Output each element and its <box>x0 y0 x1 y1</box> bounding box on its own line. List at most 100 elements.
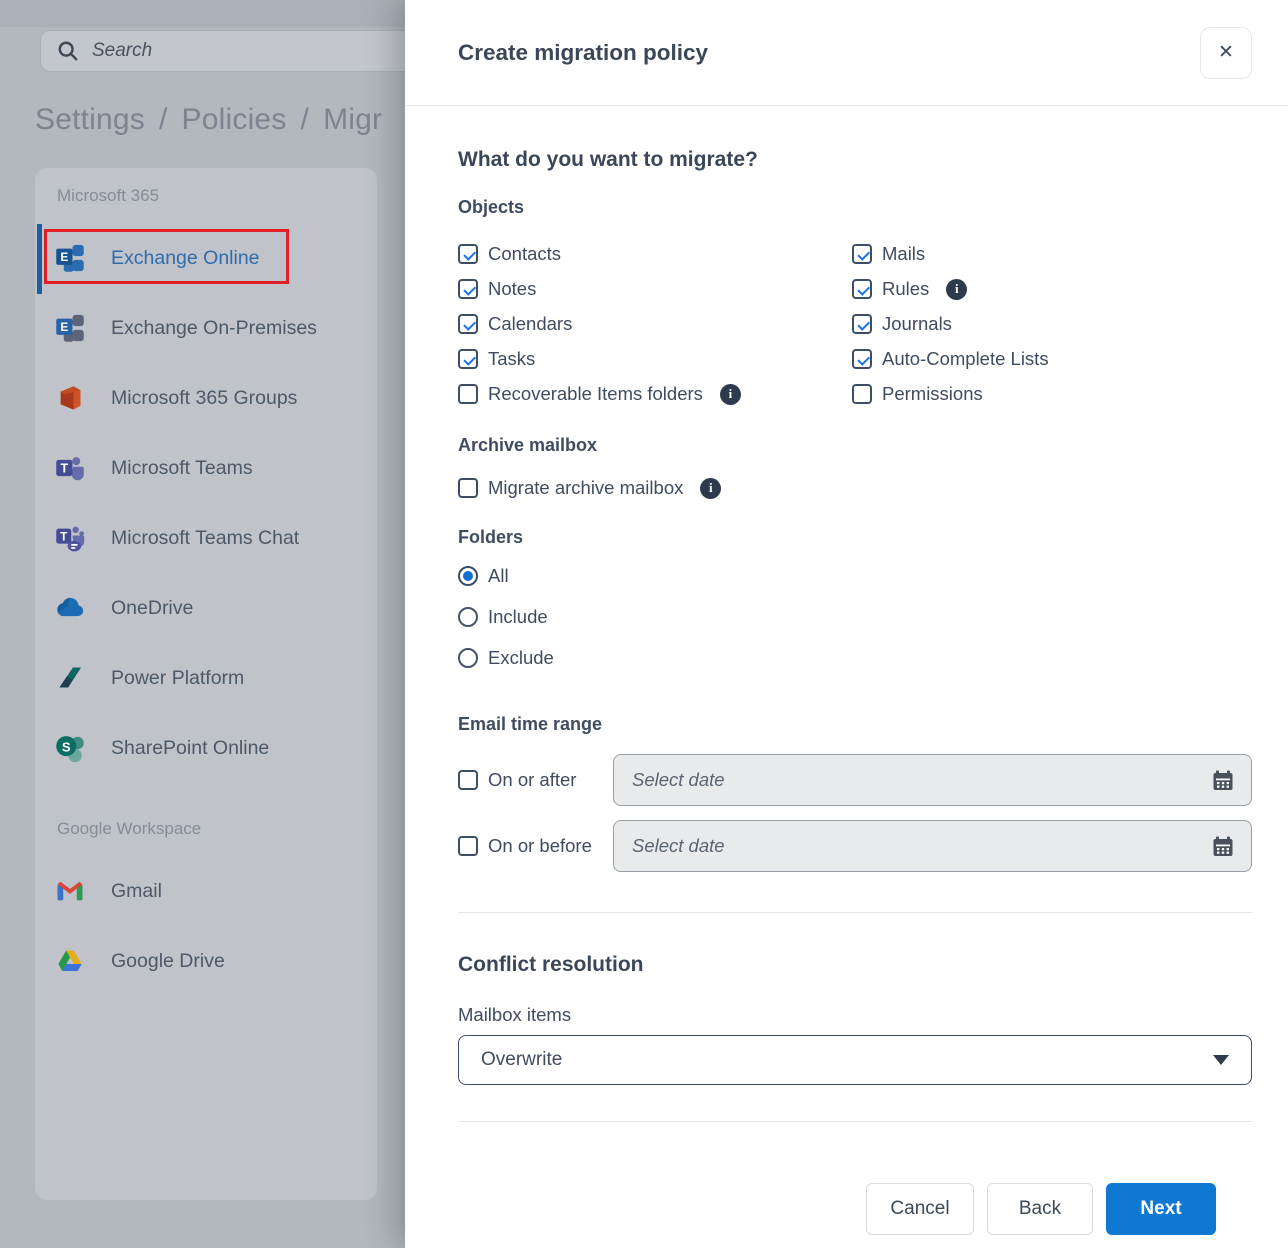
breadcrumb-migration[interactable]: Migr <box>323 103 382 136</box>
sidebar-item-label: Exchange On-Premises <box>111 317 317 340</box>
breadcrumb-policies[interactable]: Policies <box>182 103 287 136</box>
sidebar-section-microsoft-365: Microsoft 365 <box>35 168 377 206</box>
sidebar-item-sharepoint-online[interactable]: S SharePoint Online <box>35 713 377 783</box>
recoverable-items-folders-checkbox[interactable] <box>458 384 478 404</box>
checkbox-row-mails[interactable]: Mails <box>852 243 1252 265</box>
checkbox-label: Contacts <box>488 243 561 265</box>
microsoft-teams-chat-icon: T <box>55 523 85 553</box>
checkbox-row-recoverable-items-folders[interactable]: Recoverable Items folders i <box>458 383 852 405</box>
checkbox-label: Migrate archive mailbox <box>488 477 683 499</box>
on-or-before-checkbox[interactable] <box>458 836 478 856</box>
google-drive-icon <box>55 946 85 976</box>
gmail-icon <box>55 876 85 906</box>
back-button[interactable]: Back <box>987 1183 1093 1235</box>
onedrive-icon <box>55 593 85 623</box>
objects-label: Objects <box>458 197 1252 218</box>
checkbox-label: Auto-Complete Lists <box>882 348 1049 370</box>
checkbox-label: Recoverable Items folders <box>488 383 703 405</box>
on-or-after-checkbox[interactable] <box>458 770 478 790</box>
selected-option: Overwrite <box>481 1049 562 1071</box>
checkbox-row-journals[interactable]: Journals <box>852 313 1252 335</box>
radio-row-exclude[interactable]: Exclude <box>458 647 1252 669</box>
notes-checkbox[interactable] <box>458 279 478 299</box>
folders-radio-group: All Include Exclude <box>458 565 1252 669</box>
calendar-icon[interactable] <box>1211 834 1235 858</box>
checkbox-row-auto-complete-lists[interactable]: Auto-Complete Lists <box>852 348 1252 370</box>
objects-checkbox-grid: Contacts Mails Notes Rules i Calendars <box>458 243 1252 405</box>
info-icon[interactable]: i <box>720 384 741 405</box>
radio-row-all[interactable]: All <box>458 565 1252 587</box>
checkbox-row-permissions[interactable]: Permissions <box>852 383 1252 405</box>
svg-text:T: T <box>60 529 68 543</box>
exchange-online-icon: E <box>55 243 85 273</box>
sidebar-item-label: Microsoft Teams <box>111 457 253 480</box>
close-button[interactable]: ✕ <box>1200 27 1252 79</box>
auto-complete-lists-checkbox[interactable] <box>852 349 872 369</box>
calendar-icon[interactable] <box>1211 768 1235 792</box>
contacts-checkbox[interactable] <box>458 244 478 264</box>
radio-row-include[interactable]: Include <box>458 606 1252 628</box>
checkbox-row-calendars[interactable]: Calendars <box>458 313 852 335</box>
checkbox-label: On or after <box>488 769 576 791</box>
on-or-before-toggle[interactable]: On or before <box>458 835 613 857</box>
time-row-on-or-after: On or after Select date <box>458 754 1252 806</box>
folders-exclude-radio[interactable] <box>458 648 478 668</box>
journals-checkbox[interactable] <box>852 314 872 334</box>
on-or-before-date-input[interactable]: Select date <box>613 820 1252 872</box>
time-row-on-or-before: On or before Select date <box>458 820 1252 872</box>
email-time-range-label: Email time range <box>458 714 1252 735</box>
sidebar-item-microsoft-teams[interactable]: T Microsoft Teams <box>35 433 377 503</box>
permissions-checkbox[interactable] <box>852 384 872 404</box>
sidebar-item-exchange-online[interactable]: E Exchange Online <box>35 223 377 293</box>
sidebar-item-label: OneDrive <box>111 597 193 620</box>
sharepoint-online-icon: S <box>55 733 85 763</box>
checkbox-label: Calendars <box>488 313 572 335</box>
svg-text:E: E <box>60 250 68 264</box>
sidebar-item-gmail[interactable]: Gmail <box>35 856 377 926</box>
next-button[interactable]: Next <box>1106 1183 1216 1235</box>
on-or-after-toggle[interactable]: On or after <box>458 769 613 791</box>
sidebar-item-microsoft-teams-chat[interactable]: T Microsoft Teams Chat <box>35 503 377 573</box>
info-icon[interactable]: i <box>946 279 967 300</box>
checkbox-row-migrate-archive-mailbox[interactable]: Migrate archive mailbox i <box>458 477 1252 499</box>
checkbox-row-contacts[interactable]: Contacts <box>458 243 852 265</box>
search-icon <box>57 40 79 62</box>
checkbox-label: Tasks <box>488 348 535 370</box>
archive-mailbox-label: Archive mailbox <box>458 435 1252 456</box>
sidebar-item-exchange-on-premises[interactable]: E Exchange On-Premises <box>35 293 377 363</box>
sidebar-item-label: SharePoint Online <box>111 737 269 760</box>
connections-sidebar: Microsoft 365 E Exchange Online <box>35 168 377 1200</box>
sidebar-item-label: Microsoft 365 Groups <box>111 387 297 410</box>
calendars-checkbox[interactable] <box>458 314 478 334</box>
checkbox-row-rules[interactable]: Rules i <box>852 278 1252 300</box>
checkbox-label: Permissions <box>882 383 983 405</box>
radio-label: Include <box>488 606 548 628</box>
cancel-button[interactable]: Cancel <box>866 1183 974 1235</box>
checkbox-row-tasks[interactable]: Tasks <box>458 348 852 370</box>
power-platform-icon <box>55 663 85 693</box>
sidebar-item-power-platform[interactable]: Power Platform <box>35 643 377 713</box>
sidebar-item-google-drive[interactable]: Google Drive <box>35 926 377 996</box>
tasks-checkbox[interactable] <box>458 349 478 369</box>
folders-include-radio[interactable] <box>458 607 478 627</box>
breadcrumb-settings[interactable]: Settings <box>35 103 145 136</box>
exchange-on-premises-icon: E <box>55 313 85 343</box>
close-icon: ✕ <box>1218 41 1234 64</box>
sidebar-item-microsoft-365-groups[interactable]: Microsoft 365 Groups <box>35 363 377 433</box>
rules-checkbox[interactable] <box>852 279 872 299</box>
migrate-archive-mailbox-checkbox[interactable] <box>458 478 478 498</box>
date-placeholder: Select date <box>632 769 725 791</box>
mailbox-items-select[interactable]: Overwrite <box>458 1035 1252 1085</box>
mails-checkbox[interactable] <box>852 244 872 264</box>
breadcrumb: Settings/Policies/Migr <box>35 103 382 137</box>
folders-all-radio[interactable] <box>458 566 478 586</box>
on-or-after-date-input[interactable]: Select date <box>613 754 1252 806</box>
checkbox-row-notes[interactable]: Notes <box>458 278 852 300</box>
checkbox-label: Notes <box>488 278 536 300</box>
chevron-down-icon <box>1213 1055 1229 1065</box>
section-divider <box>458 912 1252 913</box>
sidebar-item-onedrive[interactable]: OneDrive <box>35 573 377 643</box>
folders-label: Folders <box>458 527 1252 548</box>
migrate-section-heading: What do you want to migrate? <box>458 148 1252 172</box>
info-icon[interactable]: i <box>700 478 721 499</box>
